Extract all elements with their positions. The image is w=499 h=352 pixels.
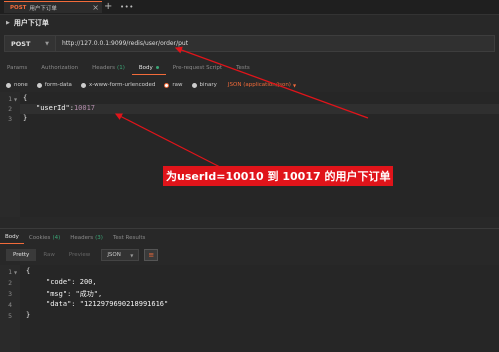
code-line: {	[26, 267, 31, 275]
chevron-down-icon: ▼	[130, 252, 134, 258]
response-format-select[interactable]: JSON ▼	[101, 249, 140, 261]
annotation-label: 为userId=10010 到 10017 的用户下订单	[163, 166, 394, 186]
line-number: 1	[8, 268, 12, 276]
line-number: 5	[8, 312, 12, 320]
view-pretty-button[interactable]: Pretty	[6, 249, 37, 261]
json-key: "msg"	[46, 290, 68, 298]
json-string: "成功"	[75, 290, 98, 298]
tab-count: (3)	[95, 234, 103, 241]
response-view-bar: Pretty Raw Preview JSON ▼ ≡	[6, 249, 159, 261]
wrap-lines-icon[interactable]: ≡	[144, 249, 159, 261]
line-number-gutter: 1 ▼ 2 3 4 5	[0, 265, 20, 352]
response-tab-cookies[interactable]: Cookies (4)	[24, 231, 65, 244]
view-raw-button[interactable]: Raw	[36, 249, 62, 261]
divider	[0, 228, 499, 229]
json-key: "code"	[46, 278, 72, 286]
code-line: "code": 200,	[46, 278, 97, 286]
json-string: "1212979690218991616"	[79, 300, 169, 308]
response-tabs: Body Cookies (4) Headers (3) Test Results	[0, 231, 150, 244]
arrow-to-userid	[114, 113, 221, 168]
line-number: 2	[8, 279, 12, 287]
response-tab-test-results[interactable]: Test Results	[108, 231, 150, 244]
tab-label: Body	[5, 234, 19, 240]
line-number: 4	[8, 301, 12, 309]
response-tab-headers[interactable]: Headers (3)	[65, 231, 108, 244]
format-value: JSON	[107, 252, 121, 258]
tab-label: Cookies	[28, 234, 51, 241]
json-key: "data"	[46, 300, 72, 308]
code-line: "msg": "成功",	[46, 290, 103, 298]
tab-label: Headers	[70, 234, 94, 241]
tab-count: (4)	[52, 234, 61, 241]
line-number: 3	[8, 290, 12, 298]
arrow-to-url	[174, 46, 369, 119]
response-tab-body[interactable]: Body	[0, 231, 24, 244]
code-line: }	[26, 311, 31, 319]
view-preview-button[interactable]: Preview	[62, 249, 97, 261]
tab-label: Test Results	[112, 234, 146, 241]
json-number: 200	[79, 278, 93, 286]
fold-icon[interactable]: ▼	[14, 270, 17, 275]
code-line: "data": "1212979690218991616"	[46, 300, 169, 308]
